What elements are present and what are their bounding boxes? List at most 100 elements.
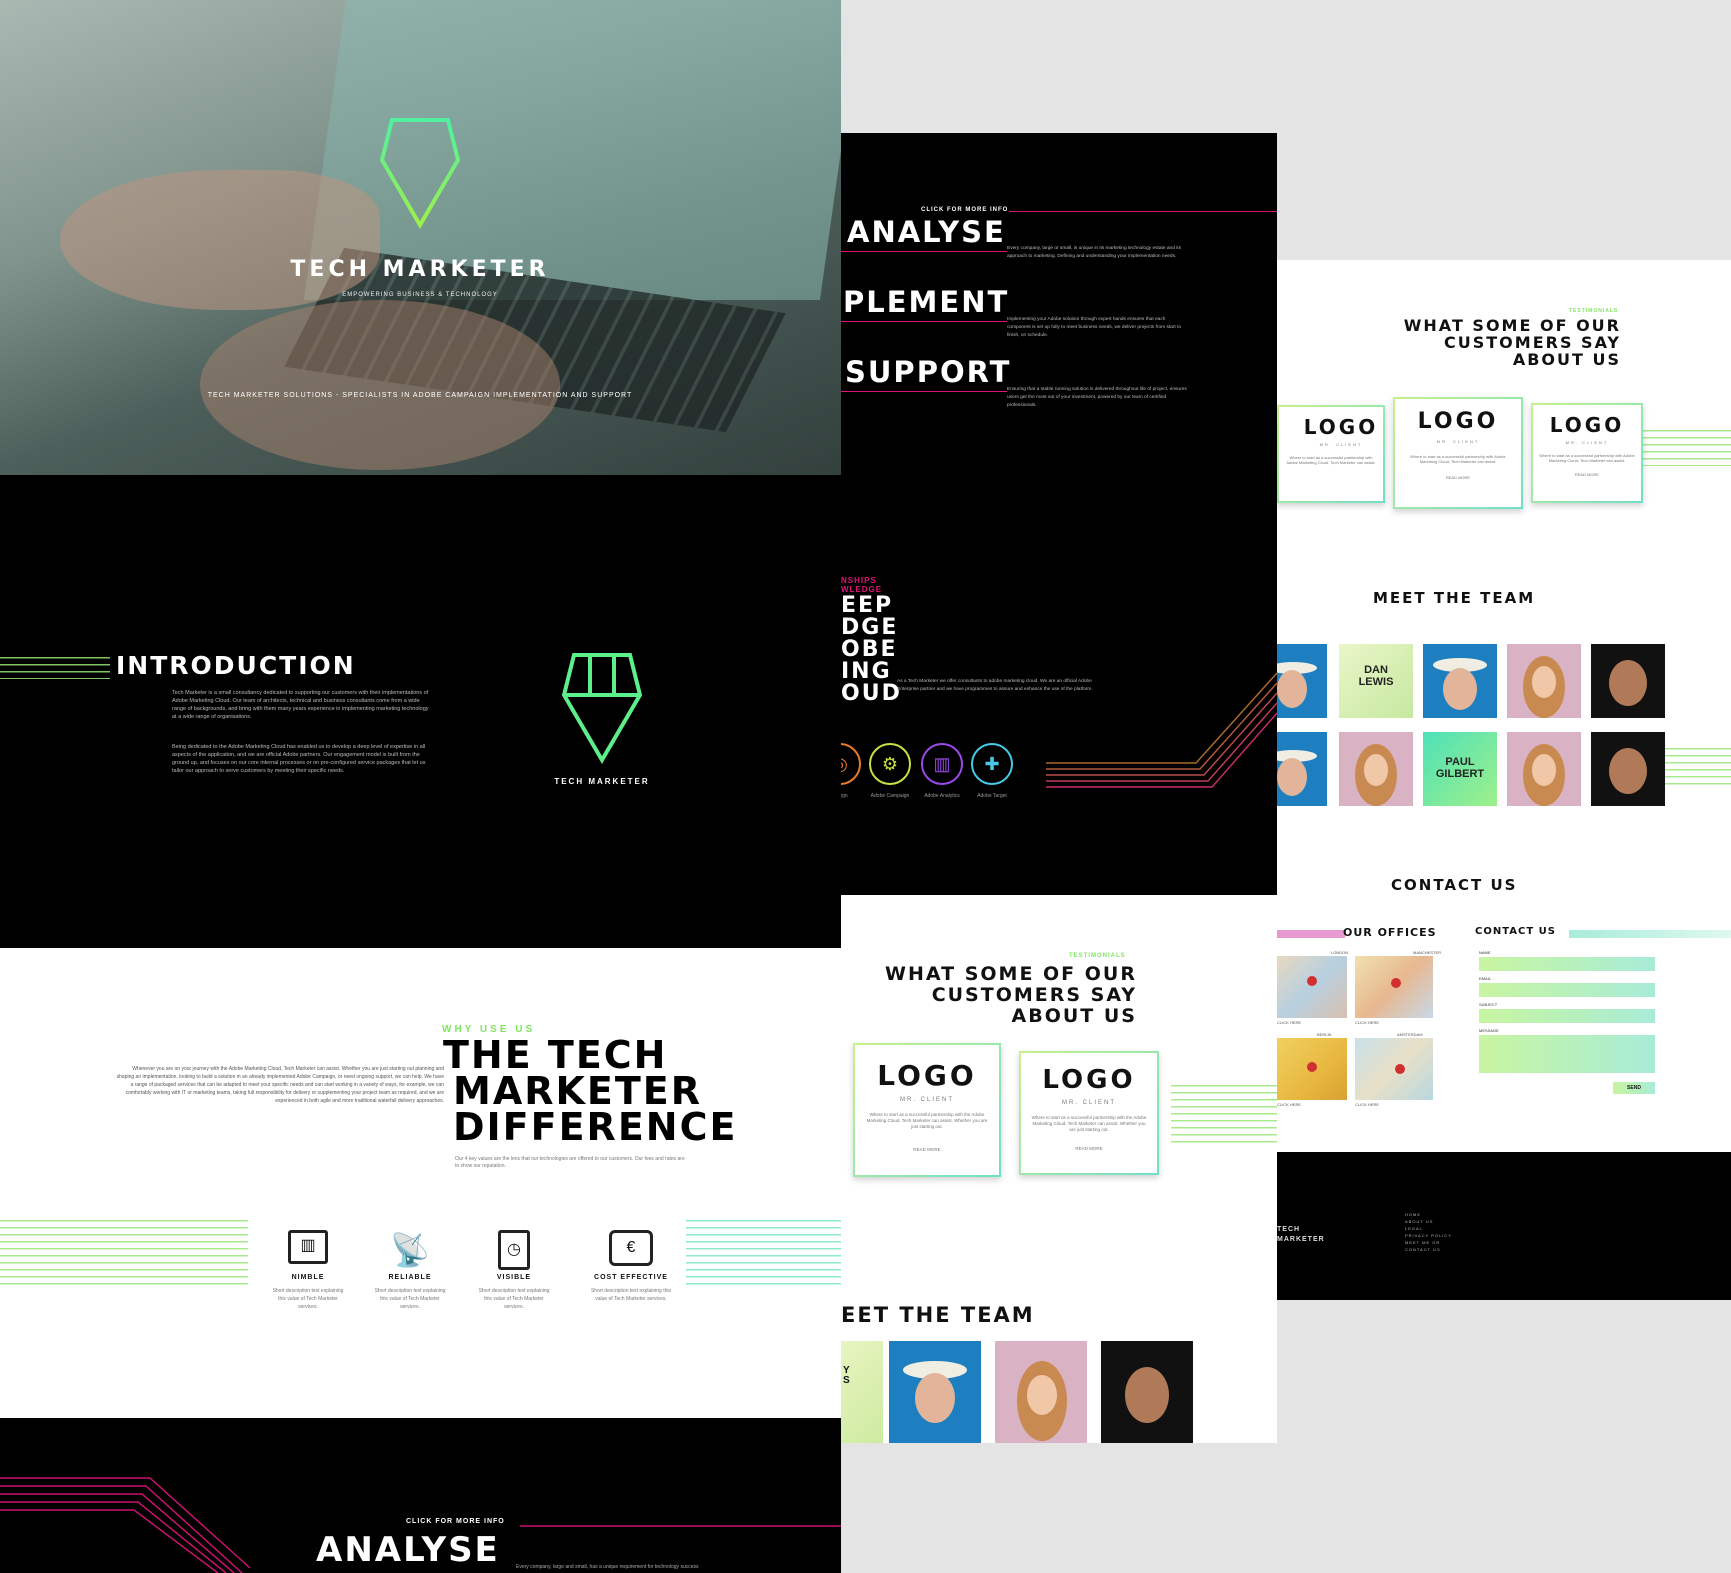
testimonial-card[interactable]: LOGO MR. CLIENT Where to start as a succ… [1277,405,1385,503]
footer-link[interactable]: LEGAL [1405,1226,1423,1231]
why-section: WHY USE US THE TECH MARKETER DIFFERENCE … [0,948,841,1418]
read-more-link[interactable]: READ MORE [855,1146,999,1154]
footer-link[interactable]: MEET ME OR [1405,1240,1440,1245]
team-photo[interactable] [995,1341,1087,1443]
mid-kicker[interactable]: CLICK FOR MORE INFO [921,207,1008,213]
hero-hand-2 [200,300,560,470]
testimonial-card[interactable]: LOGO MR. CLIENT Where to start as a succ… [853,1043,1001,1177]
hero-hand [60,170,380,310]
office-link[interactable]: CLICK HERE [1355,1102,1379,1107]
message-field[interactable] [1479,1035,1655,1073]
footer: TECH MARKETER HOME ABOUT US LEGAL PRIVAC… [1277,1152,1731,1300]
hero-tagline: EMPOWERING BUSINESS & TECHNOLOGY [342,292,498,298]
mid-service-support[interactable]: SUPPORT [845,355,1011,389]
document-clock-icon: ◷ [498,1230,530,1270]
testimonial-card[interactable]: LOGO MR. CLIENT Where to start as a succ… [1531,403,1643,503]
footer-link[interactable]: CONTACT US [1405,1247,1441,1252]
mid-big-word: DGE [841,615,899,640]
client-logo: LOGO [1303,415,1379,439]
mid-service-analyse-text: Every company, large or small, is unique… [1007,246,1182,259]
cloud-icon-label: Adobe Campaign [870,793,910,799]
right-team-lines [1661,748,1731,788]
mid-big-word: OUD [841,681,902,706]
office-map[interactable] [1355,956,1433,1018]
mid-big-word: ING [841,659,892,684]
feature-text: Short description text explaining this v… [590,1288,672,1302]
mid-service-analyse[interactable]: ANALYSE [847,215,1006,249]
mid-testi-kicker: TESTIMONIALS [1069,953,1126,959]
email-field[interactable] [1479,983,1655,997]
client-quote: Where to start as a successful partnersh… [1539,453,1635,463]
team-photo-name-card[interactable]: PAUL GILBERT [1423,732,1497,806]
testimonial-card[interactable]: LOGO MR. CLIENT Where to start as a succ… [1393,397,1523,509]
team-photo[interactable] [1339,732,1413,806]
mid-testi-title-1: WHAT SOME OF OUR [885,963,1137,985]
send-button[interactable]: SEND [1613,1082,1655,1094]
offices-title: OUR OFFICES [1343,926,1437,939]
hero: TECH MARKETER EMPOWERING BUSINESS & TECH… [0,0,841,475]
why-title-3: DIFFERENCE [453,1105,738,1149]
team-photo[interactable] [1591,644,1665,718]
team-photo[interactable] [1507,732,1581,806]
form-title: CONTACT US [1475,926,1556,937]
client-logo: LOGO [1042,1065,1136,1095]
team-photo[interactable] [1507,644,1581,718]
team-photo[interactable] [889,1341,981,1443]
read-more-link[interactable]: READ MORE [1533,471,1641,479]
testimonial-card[interactable]: LOGO MR. CLIENT Where to start as a succ… [1019,1051,1159,1175]
subject-field[interactable] [1479,1009,1655,1023]
form-label: EMAIL [1479,976,1492,981]
form-label: NAME [1479,950,1491,955]
mid-pink-rule [1009,211,1277,212]
intro-heading: INTRODUCTION [116,651,356,680]
mid-service-support-text: Ensuring that a stable running solution … [1007,387,1187,408]
hero-brand: TECH MARKETER [290,257,550,282]
feature-text: Short description text explaining this v… [272,1288,344,1310]
mid-big-word: OBE [841,637,898,662]
read-more-link[interactable]: READ MORE [1021,1145,1157,1153]
intro-para-1: Tech Marketer is a small consultancy ded… [172,690,429,720]
office-map[interactable] [1277,956,1347,1018]
name-field[interactable] [1479,957,1655,971]
orange-circle-icon[interactable]: ◎ [841,743,861,785]
team-photo-name-card[interactable]: DAN LEWIS [1339,644,1413,718]
target-icon[interactable]: ✚ [971,743,1013,785]
team-photo[interactable] [1423,644,1497,718]
intro-section: INTRODUCTION Tech Marketer is a small co… [0,475,841,948]
analyse-kicker[interactable]: CLICK FOR MORE INFO [406,1518,505,1525]
feature-text: Short description text explaining this v… [374,1288,446,1310]
office-map[interactable] [1277,1038,1347,1100]
client-name: MR. CLIENT [899,1097,954,1103]
office-link[interactable]: CLICK HERE [1355,1020,1379,1025]
why-lines-left [0,1220,248,1288]
client-name: MR. CLIENT [1061,1100,1116,1106]
team-photo[interactable] [1101,1341,1193,1443]
client-logo: LOGO [1417,409,1499,434]
team-photo[interactable] [1277,644,1327,718]
footer-link[interactable]: PRIVACY POLICY [1405,1233,1452,1238]
team-photo[interactable] [1591,732,1665,806]
footer-brand: MARKETER [1277,1236,1325,1243]
campaign-icon[interactable]: ⚙ [869,743,911,785]
office-link[interactable]: CLICK HERE [1277,1102,1301,1107]
read-more-link[interactable]: READ MORE [1395,474,1521,482]
team-photo[interactable] [1277,732,1327,806]
office-link[interactable]: CLICK HERE [1277,1020,1301,1025]
analytics-icon[interactable]: ▥ [921,743,963,785]
mid-big-word: EEP [841,593,894,618]
client-logo: LOGO [877,1059,977,1092]
client-quote: Where to start as a successful partnersh… [866,1112,988,1129]
intro-logo-icon [562,653,642,764]
mid-service-implement[interactable]: PLEMENT [843,285,1009,319]
mid-testi-title-3: ABOUT US [1011,1005,1137,1027]
footer-link[interactable]: HOME [1405,1212,1421,1217]
mid-service-implement-text: Implementing your Adobe solution through… [1007,317,1182,338]
client-quote: Where to start as a successful partnersh… [1410,454,1506,464]
feature-reliable: 📡 RELIABLE Short description text explai… [370,1230,450,1311]
office-map[interactable] [1355,1038,1433,1100]
analyse-title[interactable]: ANALYSE [316,1530,500,1570]
footer-brand: TECH [1277,1226,1301,1233]
left-page: TECH MARKETER EMPOWERING BUSINESS & TECH… [0,0,841,1573]
footer-link[interactable]: ABOUT US [1405,1219,1433,1224]
mid-testimonials: TESTIMONIALS WHAT SOME OF OUR CUSTOMERS … [841,895,1277,1443]
